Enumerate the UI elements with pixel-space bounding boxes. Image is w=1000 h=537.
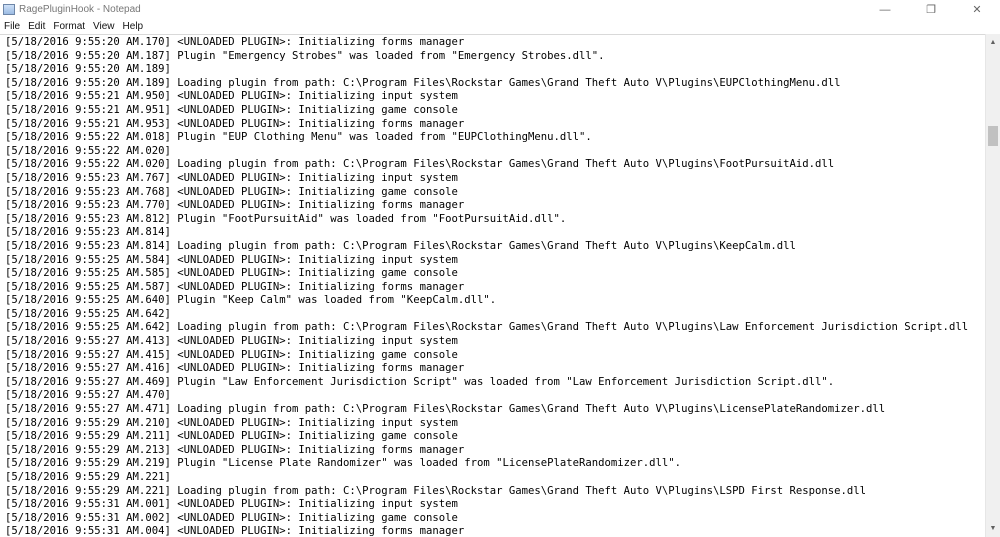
minimize-icon[interactable]: — [862,0,908,19]
log-line: [5/18/2016 9:55:20 AM.189] Loading plugi… [5,76,841,89]
log-line: [5/18/2016 9:55:29 AM.221] Loading plugi… [5,484,867,497]
log-line: [5/18/2016 9:55:20 AM.189] [5,63,171,76]
log-line: [5/18/2016 9:55:23 AM.768] <UNLOADED PLU… [5,185,458,198]
log-line: [5/18/2016 9:55:27 AM.413] <UNLOADED PLU… [5,335,458,348]
menu-help[interactable]: Help [119,21,148,32]
log-line: [5/18/2016 9:55:27 AM.415] <UNLOADED PLU… [5,348,458,361]
scroll-down-icon[interactable]: ▼ [986,520,1000,537]
log-line: [5/18/2016 9:55:25 AM.585] <UNLOADED PLU… [5,267,458,280]
log-line: [5/18/2016 9:55:29 AM.211] <UNLOADED PLU… [5,430,458,443]
log-line: [5/18/2016 9:55:23 AM.814] Loading plugi… [5,239,796,252]
log-line: [5/18/2016 9:55:22 AM.020] Loading plugi… [5,158,835,171]
text-editor-area[interactable]: [5/18/2016 9:55:20 AM.170] <UNLOADED PLU… [0,34,985,537]
restore-icon[interactable]: ❐ [908,0,954,19]
scroll-thumb[interactable] [988,126,998,146]
log-line: [5/18/2016 9:55:25 AM.642] [5,307,171,320]
log-line: [5/18/2016 9:55:21 AM.953] <UNLOADED PLU… [5,117,465,130]
close-icon[interactable]: ✕ [954,0,1000,19]
window-controls: — ❐ ✕ [862,0,1000,19]
log-line: [5/18/2016 9:55:27 AM.469] Plugin "Law E… [5,375,835,388]
log-line: [5/18/2016 9:55:25 AM.584] <UNLOADED PLU… [5,253,458,266]
log-text: [5/18/2016 9:55:20 AM.170] <UNLOADED PLU… [0,35,985,537]
title-bar[interactable]: RagePluginHook - Notepad — ❐ ✕ [0,0,1000,19]
log-line: [5/18/2016 9:55:31 AM.001] <UNLOADED PLU… [5,498,458,511]
log-line: [5/18/2016 9:55:20 AM.187] Plugin "Emerg… [5,49,605,62]
log-line: [5/18/2016 9:55:25 AM.642] Loading plugi… [5,321,969,334]
notepad-icon [3,4,15,15]
menu-file[interactable]: File [0,21,24,32]
log-line: [5/18/2016 9:55:29 AM.210] <UNLOADED PLU… [5,416,458,429]
log-line: [5/18/2016 9:55:23 AM.812] Plugin "FootP… [5,212,567,225]
log-line: [5/18/2016 9:55:29 AM.219] Plugin "Licen… [5,457,682,470]
scroll-up-icon[interactable]: ▲ [986,34,1000,51]
log-line: [5/18/2016 9:55:27 AM.470] [5,389,171,402]
log-line: [5/18/2016 9:55:29 AM.221] [5,471,171,483]
log-line: [5/18/2016 9:55:25 AM.587] <UNLOADED PLU… [5,280,465,293]
log-line: [5/18/2016 9:55:22 AM.020] [5,144,171,157]
log-line: [5/18/2016 9:55:29 AM.213] <UNLOADED PLU… [5,443,465,456]
vertical-scrollbar[interactable]: ▲ ▼ [985,34,1000,537]
menu-bar: File Edit Format View Help [0,19,1000,34]
log-line: [5/18/2016 9:55:31 AM.004] <UNLOADED PLU… [5,525,465,537]
log-line: [5/18/2016 9:55:23 AM.767] <UNLOADED PLU… [5,171,458,184]
log-line: [5/18/2016 9:55:23 AM.770] <UNLOADED PLU… [5,199,465,212]
log-line: [5/18/2016 9:55:21 AM.951] <UNLOADED PLU… [5,103,458,116]
log-line: [5/18/2016 9:55:25 AM.640] Plugin "Keep … [5,294,497,307]
menu-format[interactable]: Format [49,21,89,32]
log-line: [5/18/2016 9:55:27 AM.416] <UNLOADED PLU… [5,362,465,375]
menu-view[interactable]: View [89,21,119,32]
log-line: [5/18/2016 9:55:22 AM.018] Plugin "EUP C… [5,131,592,144]
log-line: [5/18/2016 9:55:23 AM.814] [5,226,171,239]
log-line: [5/18/2016 9:55:31 AM.002] <UNLOADED PLU… [5,511,458,524]
log-line: [5/18/2016 9:55:21 AM.950] <UNLOADED PLU… [5,90,458,103]
log-line: [5/18/2016 9:55:27 AM.471] Loading plugi… [5,403,886,416]
window-title: RagePluginHook - Notepad [19,4,141,15]
menu-edit[interactable]: Edit [24,21,49,32]
log-line: [5/18/2016 9:55:20 AM.170] <UNLOADED PLU… [5,36,465,48]
